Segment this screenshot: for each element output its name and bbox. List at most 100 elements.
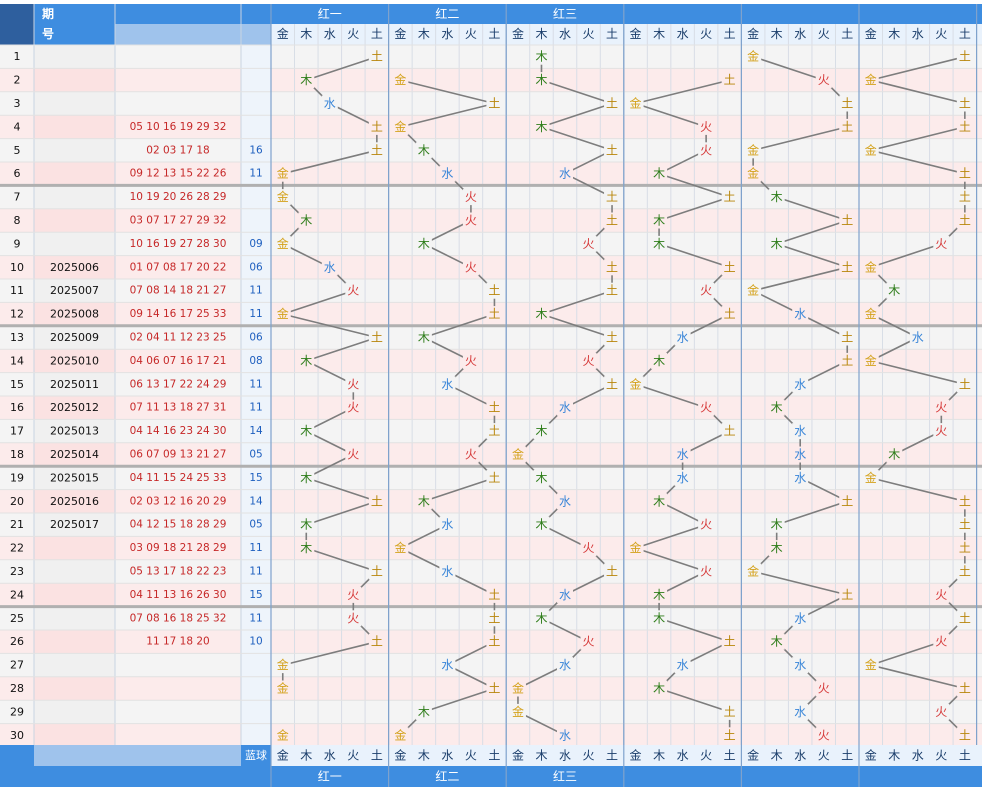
header-element-2-3: 火 — [583, 27, 595, 41]
row-seq: 22 — [10, 542, 24, 555]
row-winning-numbers: 04 11 15 24 25 33 — [130, 472, 227, 484]
trend-marker-g4-r23: 金 — [747, 564, 759, 579]
trend-marker-g0-r16: 火 — [347, 401, 359, 415]
row-period: 2025007 — [50, 284, 99, 297]
footer-element-4-1: 木 — [771, 749, 783, 763]
header-element-4-3: 火 — [818, 27, 830, 41]
trend-marker-g0-r19: 木 — [300, 471, 312, 485]
row-seq: 17 — [10, 425, 24, 438]
trend-marker-g3-r21: 火 — [700, 518, 712, 532]
footer-element-3-4: 土 — [724, 749, 736, 763]
trend-marker-g1-r25: 土 — [488, 611, 500, 625]
trend-marker-g1-r17: 土 — [488, 424, 500, 438]
row-blue-number: 11 — [249, 308, 262, 320]
row-period: 2025012 — [50, 401, 99, 414]
row-seq: 5 — [14, 144, 21, 157]
trend-marker-g0-r2: 木 — [300, 73, 312, 87]
header-element-5-3: 火 — [935, 27, 947, 41]
header-element-3-0: 金 — [630, 26, 642, 41]
header-period-label-1: 期 — [42, 6, 54, 21]
header-element-2-1: 木 — [535, 27, 547, 41]
row-seq: 1 — [14, 50, 21, 63]
row-period: 2025014 — [50, 448, 99, 461]
footer-element-5-1: 木 — [888, 749, 900, 763]
trend-marker-g4-r16: 木 — [771, 401, 783, 415]
trend-marker-g3-r2: 土 — [724, 73, 736, 87]
footer-element-2-2: 水 — [559, 749, 571, 763]
footer-element-4-3: 火 — [818, 749, 830, 763]
trend-marker-g5-r22: 土 — [959, 541, 971, 555]
trend-marker-g5-r28: 土 — [959, 682, 971, 696]
blue-cell — [241, 653, 271, 677]
row-seq: 24 — [10, 588, 24, 601]
trend-marker-g3-r9: 木 — [653, 237, 665, 251]
period-cell — [34, 583, 115, 607]
row-seq: 16 — [10, 401, 24, 414]
row-seq: 2 — [14, 74, 21, 87]
trend-marker-g5-r21: 土 — [959, 518, 971, 532]
row-seq: 28 — [10, 682, 24, 695]
row-winning-numbers: 02 04 11 12 23 25 — [130, 332, 227, 344]
trend-marker-g4-r4: 土 — [841, 120, 853, 134]
trend-marker-g5-r1: 土 — [959, 50, 971, 64]
footer-element-0-4: 土 — [371, 749, 383, 763]
row-period: 2025010 — [50, 354, 99, 367]
row-winning-numbers: 02 03 12 16 20 29 — [130, 495, 227, 507]
blue-cell — [241, 208, 271, 233]
trend-marker-g5-r17: 火 — [935, 424, 947, 438]
row-blue-number: 11 — [249, 612, 262, 624]
trend-marker-g4-r13: 土 — [841, 331, 853, 345]
trend-marker-g1-r19: 土 — [488, 471, 500, 485]
trend-marker-g3-r4: 火 — [700, 120, 712, 134]
row-seq: 4 — [14, 120, 21, 133]
header-element-3-1: 木 — [653, 27, 665, 41]
trend-marker-g1-r7: 火 — [465, 190, 477, 204]
header-element-5-0: 金 — [865, 26, 877, 41]
trend-marker-g1-r26: 土 — [488, 635, 500, 649]
header-period-label-2: 号 — [42, 26, 54, 41]
trend-marker-g4-r22: 木 — [771, 541, 783, 555]
trend-marker-g2-r25: 木 — [535, 611, 547, 625]
footer-element-0-0: 金 — [277, 748, 289, 763]
table-row — [0, 653, 982, 677]
trend-marker-g1-r23: 水 — [441, 565, 453, 579]
trend-marker-g1-r10: 火 — [465, 260, 477, 274]
period-cell — [34, 606, 115, 630]
row-period: 2025011 — [50, 378, 99, 391]
header-group-title-2: 红三 — [553, 6, 577, 21]
trend-marker-g2-r24: 水 — [559, 588, 571, 602]
row-seq: 9 — [14, 237, 21, 250]
row-period: 2025006 — [50, 261, 99, 274]
trend-marker-g2-r17: 木 — [535, 424, 547, 438]
trend-marker-g0-r26: 土 — [371, 635, 383, 649]
footer-group-title-1: 红二 — [435, 769, 459, 784]
trend-marker-g1-r5: 木 — [418, 143, 430, 157]
trend-marker-g0-r28: 金 — [277, 681, 289, 696]
trend-marker-g1-r8: 火 — [465, 214, 477, 228]
header-element-1-3: 火 — [465, 27, 477, 41]
trend-marker-g1-r29: 木 — [418, 705, 430, 719]
footer-element-4-2: 水 — [794, 749, 806, 763]
period-cell — [34, 68, 115, 92]
row-blue-number: 16 — [249, 144, 263, 156]
period-cell — [34, 115, 115, 139]
trend-marker-g3-r18: 水 — [677, 448, 689, 462]
row-period: 2025009 — [50, 331, 99, 344]
footer-element-3-2: 水 — [677, 749, 689, 763]
trend-marker-g3-r24: 木 — [653, 588, 665, 602]
trend-marker-g3-r25: 木 — [653, 611, 665, 625]
trend-marker-g4-r17: 水 — [794, 424, 806, 438]
trend-marker-g4-r12: 水 — [794, 307, 806, 321]
footer-element-5-0: 金 — [865, 748, 877, 763]
five-elements-trend-table: 期号红一 红二 红三金木水火土金木水火土金木水火土金木水火土金木水火土金木水火土12… — [0, 4, 982, 787]
header-element-0-4: 土 — [371, 27, 383, 41]
trend-marker-g2-r8: 土 — [606, 214, 618, 228]
trend-marker-g1-r4: 金 — [394, 119, 406, 134]
trend-marker-g2-r11: 土 — [606, 284, 618, 298]
trend-marker-g3-r8: 木 — [653, 214, 665, 228]
trend-marker-g5-r30: 土 — [959, 728, 971, 742]
trend-marker-g2-r7: 土 — [606, 190, 618, 204]
footer-group-title-2: 红三 — [553, 769, 577, 784]
header-group-title-1: 红二 — [435, 6, 459, 21]
header-element-0-1: 木 — [300, 27, 312, 41]
